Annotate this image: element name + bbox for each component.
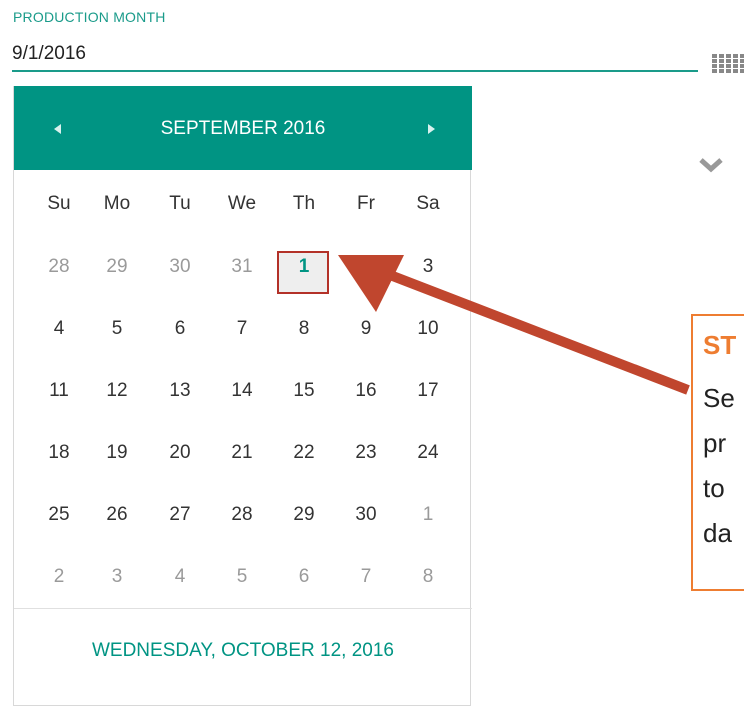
calendar-header: SEPTEMBER 2016 (14, 86, 472, 170)
day-cell[interactable]: 8 (403, 557, 453, 597)
day-cell[interactable]: 7 (341, 557, 391, 597)
weekday-label: We (227, 193, 257, 214)
month-title[interactable]: SEPTEMBER 2016 (14, 118, 472, 140)
week-row: 25 26 27 28 29 30 1 (14, 495, 472, 535)
day-cell[interactable]: 5 (217, 557, 267, 597)
selected-day-cell[interactable]: 1 (279, 247, 329, 287)
day-cell[interactable]: 11 (34, 371, 84, 411)
callout-line: pr (703, 428, 727, 458)
day-cell[interactable]: 5 (92, 309, 142, 349)
weekday-label: Mo (103, 193, 131, 214)
weekday-label: Fr (357, 193, 375, 214)
day-cell[interactable]: 3 (92, 557, 142, 597)
day-cell[interactable]: 12 (92, 371, 142, 411)
day-cell[interactable]: 4 (34, 309, 84, 349)
calendar-popup: SEPTEMBER 2016 Su Mo Tu We Th Fr Sa 28 29 30 31 1 2… (13, 86, 472, 706)
day-cell[interactable]: 31 (217, 247, 267, 287)
day-cell[interactable]: 25 (34, 495, 84, 535)
callout-body: Se pr to da (703, 376, 735, 556)
calendar-divider (14, 608, 472, 609)
day-cell[interactable]: 22 (279, 433, 329, 473)
callout-line: da (703, 518, 732, 548)
day-cell[interactable]: 28 (34, 247, 84, 287)
field-label: PRODUCTION MONTH (13, 9, 166, 25)
weekday-label: Th (292, 193, 316, 214)
day-cell[interactable]: 29 (92, 247, 142, 287)
calendar-icon[interactable] (712, 52, 744, 74)
week-row: 4 5 6 7 8 9 10 (14, 309, 472, 349)
weekday-header-row: Su Mo Tu We Th Fr Sa (14, 184, 472, 224)
day-cell[interactable]: 18 (34, 433, 84, 473)
day-cell[interactable]: 4 (155, 557, 205, 597)
week-row: 11 12 13 14 15 16 17 (14, 371, 472, 411)
day-cell[interactable]: 15 (279, 371, 329, 411)
callout-line: to (703, 473, 725, 503)
callout-title: ST (703, 330, 737, 360)
day-cell[interactable]: 3 (403, 247, 453, 287)
day-cell[interactable]: 8 (279, 309, 329, 349)
instruction-callout: ST Se pr to da (691, 314, 744, 591)
production-month-input[interactable] (12, 38, 698, 72)
day-cell[interactable]: 2 (341, 247, 391, 287)
chevron-down-icon[interactable] (698, 155, 724, 175)
weekday-label: Sa (416, 193, 440, 214)
day-cell[interactable]: 23 (341, 433, 391, 473)
day-cell[interactable]: 10 (403, 309, 453, 349)
day-cell[interactable]: 9 (341, 309, 391, 349)
day-cell[interactable]: 16 (341, 371, 391, 411)
day-cell[interactable]: 26 (92, 495, 142, 535)
day-cell[interactable]: 6 (279, 557, 329, 597)
day-cell[interactable]: 24 (403, 433, 453, 473)
day-cell[interactable]: 13 (155, 371, 205, 411)
day-cell[interactable]: 14 (217, 371, 267, 411)
day-cell[interactable]: 2 (34, 557, 84, 597)
day-cell[interactable]: 20 (155, 433, 205, 473)
day-cell[interactable]: 30 (341, 495, 391, 535)
day-cell[interactable]: 30 (155, 247, 205, 287)
day-cell[interactable]: 17 (403, 371, 453, 411)
day-cell[interactable]: 27 (155, 495, 205, 535)
day-cell[interactable]: 6 (155, 309, 205, 349)
day-cell[interactable]: 28 (217, 495, 267, 535)
next-month-icon[interactable] (424, 122, 438, 136)
week-row: 28 29 30 31 1 2 3 (14, 247, 472, 287)
callout-line: Se (703, 383, 735, 413)
week-row: 2345678 (14, 557, 472, 597)
day-cell[interactable]: 29 (279, 495, 329, 535)
day-cell[interactable]: 1 (403, 495, 453, 535)
day-cell[interactable]: 19 (92, 433, 142, 473)
weekday-label: Su (47, 193, 71, 214)
week-row: 18 19 20 21 22 23 24 (14, 433, 472, 473)
day-cell[interactable]: 21 (217, 433, 267, 473)
day-cell[interactable]: 7 (217, 309, 267, 349)
today-link[interactable]: WEDNESDAY, OCTOBER 12, 2016 (14, 640, 472, 662)
weekday-label: Tu (169, 193, 191, 214)
